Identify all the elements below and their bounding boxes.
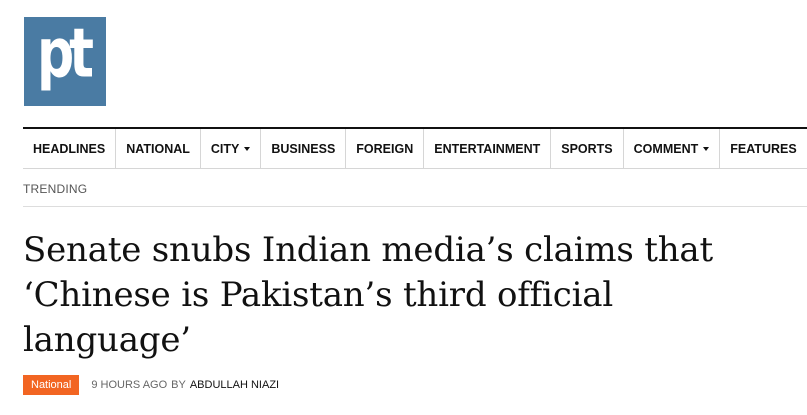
category-badge[interactable]: National: [23, 375, 80, 395]
nav-item-label: FEATURES: [730, 141, 797, 156]
nav-item-sports[interactable]: SPORTS: [550, 129, 622, 168]
nav-item-label: BUSINESS: [271, 141, 336, 156]
nav-item-label: COMMENT: [633, 141, 699, 156]
nav-item-features[interactable]: FEATURES: [719, 129, 806, 168]
nav-item-entertainment[interactable]: ENTERTAINMENT: [423, 129, 550, 168]
main-nav: HEADLINES NATIONAL CITY BUSINESS FOREIGN…: [23, 127, 807, 169]
site-logo[interactable]: pt: [24, 17, 106, 106]
nav-item-headlines[interactable]: HEADLINES: [23, 129, 115, 168]
nav-item-label: HEADLINES: [33, 141, 106, 156]
article-meta: National 9 HOURS AGO BY ABDULLAH NIAZI: [23, 375, 279, 395]
nav-item-label: CITY: [210, 141, 240, 156]
nav-item-comment[interactable]: COMMENT: [622, 129, 720, 168]
trending-label[interactable]: TRENDING: [23, 182, 87, 196]
author-name[interactable]: ABDULLAH NIAZI: [190, 379, 279, 391]
nav-item-city[interactable]: CITY: [199, 129, 260, 168]
caret-down-icon: [703, 147, 710, 151]
publish-time: 9 HOURS AGO: [91, 379, 168, 391]
nav-item-label: ENTERTAINMENT: [434, 141, 541, 156]
nav-item-foreign[interactable]: FOREIGN: [345, 129, 423, 168]
nav-item-national[interactable]: NATIONAL: [115, 129, 200, 168]
logo-text: pt: [36, 15, 94, 94]
nav-item-label: SPORTS: [561, 141, 613, 156]
article-headline: Senate snubs Indian media’s claims that …: [23, 230, 713, 360]
divider: [23, 206, 807, 207]
byline-prefix: BY: [171, 379, 186, 391]
nav-item-label: FOREIGN: [356, 141, 414, 156]
nav-item-label: NATIONAL: [126, 141, 190, 156]
nav-item-business[interactable]: BUSINESS: [260, 129, 345, 168]
caret-down-icon: [244, 147, 251, 151]
